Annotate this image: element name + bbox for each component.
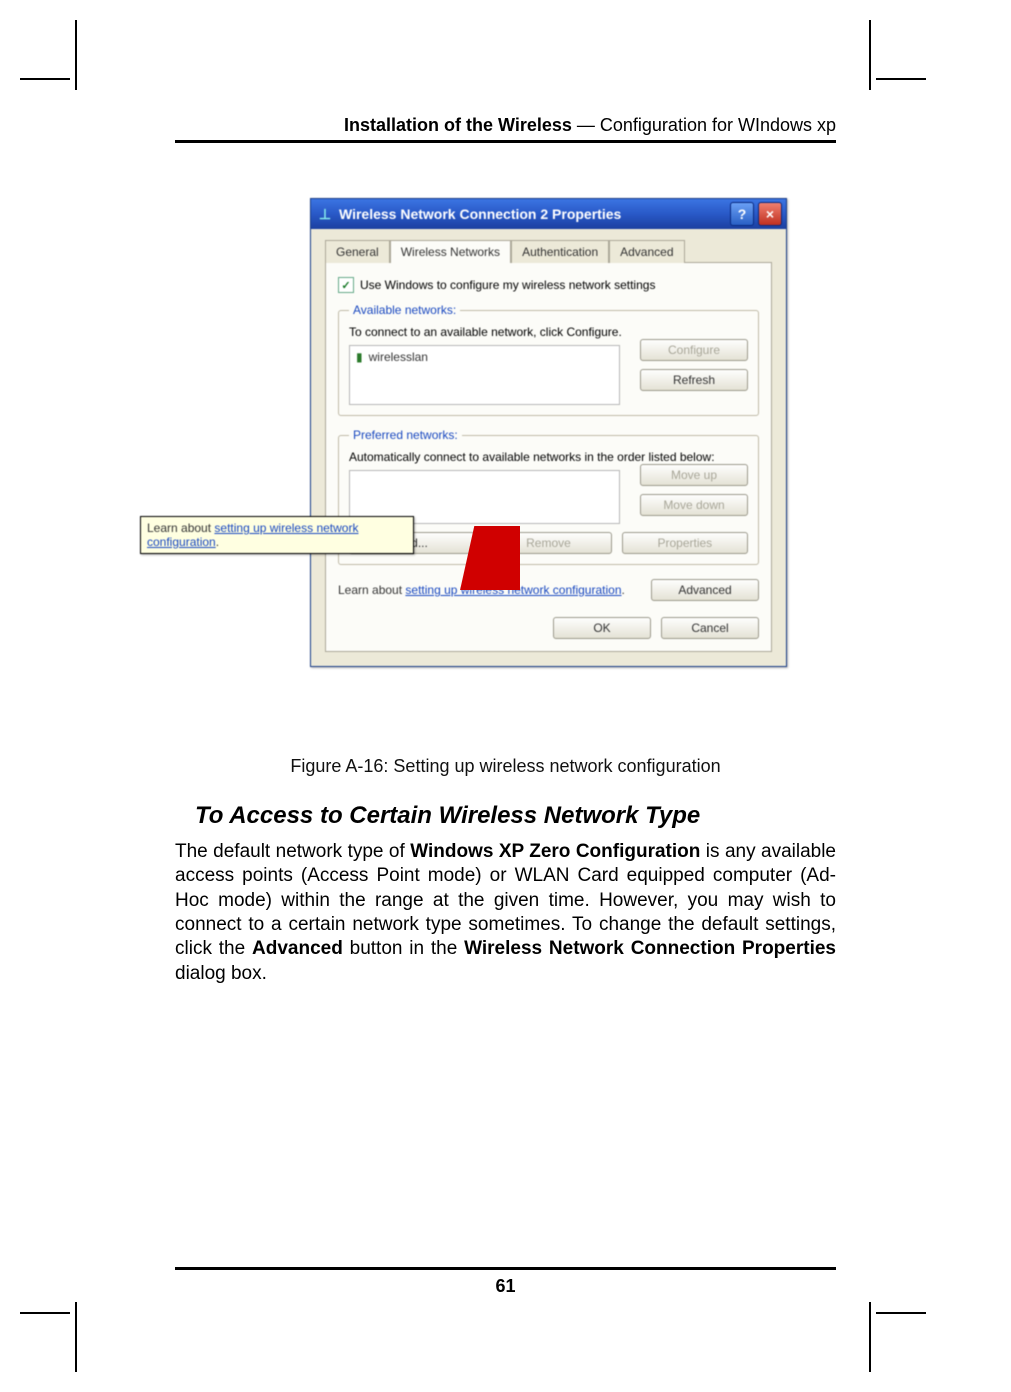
figure-caption: Figure A-16: Setting up wireless network… [175, 756, 836, 777]
page-number: 61 [175, 1276, 836, 1297]
tab-general[interactable]: General [325, 240, 390, 263]
preferred-hint: Automatically connect to available netwo… [349, 450, 748, 464]
cancel-button[interactable]: Cancel [661, 617, 759, 639]
running-header: Installation of the Wireless — Configura… [175, 115, 836, 143]
available-networks-group: Available networks: To connect to an ava… [338, 303, 759, 416]
move-down-button[interactable]: Move down [640, 494, 748, 516]
advanced-button[interactable]: Advanced [651, 579, 759, 601]
page-footer: 61 [175, 1267, 836, 1297]
header-sep: — [572, 115, 600, 135]
header-bold: Installation of the Wireless [344, 115, 572, 135]
move-up-button[interactable]: Move up [640, 464, 748, 486]
available-item-label: wirelesslan [369, 350, 428, 364]
dialog-titlebar: ⊥ Wireless Network Connection 2 Properti… [311, 199, 786, 229]
properties-button[interactable]: Properties [622, 532, 748, 554]
tabs: General Wireless Networks Authentication… [325, 239, 772, 263]
available-networks-list[interactable]: ▮ wirelesslan [349, 345, 620, 405]
tab-panel: ✓ Use Windows to configure my wireless n… [325, 263, 772, 652]
signal-icon: ▮ [356, 350, 363, 364]
learn-text: Learn about setting up wireless network … [338, 583, 625, 597]
learn-link[interactable]: setting up wireless network configuratio… [405, 583, 621, 597]
xp-properties-dialog: ⊥ Wireless Network Connection 2 Properti… [310, 198, 787, 667]
list-item[interactable]: ▮ wirelesslan [350, 346, 619, 368]
wireless-icon: ⊥ [317, 206, 333, 222]
preferred-legend: Preferred networks: [349, 428, 462, 442]
callout-tooltip: Learn about setting up wireless network … [140, 516, 414, 554]
configure-button[interactable]: Configure [640, 339, 748, 361]
tab-wireless-networks[interactable]: Wireless Networks [390, 240, 511, 263]
section-heading: To Access to Certain Wireless Network Ty… [195, 802, 700, 830]
header-rest: Configuration for WIndows xp [600, 115, 836, 135]
titlebar-help-button[interactable]: ? [730, 202, 754, 226]
use-windows-label: Use Windows to configure my wireless net… [360, 278, 655, 292]
tab-authentication[interactable]: Authentication [511, 240, 609, 263]
available-hint: To connect to an available network, clic… [349, 325, 748, 339]
titlebar-close-button[interactable]: × [758, 202, 782, 226]
ok-button[interactable]: OK [553, 617, 651, 639]
refresh-button[interactable]: Refresh [640, 369, 748, 391]
tab-advanced[interactable]: Advanced [609, 240, 684, 263]
figure-wrap: ⊥ Wireless Network Connection 2 Properti… [310, 198, 790, 667]
use-windows-checkbox[interactable]: ✓ [338, 277, 354, 293]
dialog-title: Wireless Network Connection 2 Properties [339, 206, 621, 222]
body-paragraph: The default network type of Windows XP Z… [175, 840, 836, 986]
remove-button[interactable]: Remove [485, 532, 611, 554]
available-legend: Available networks: [349, 303, 460, 317]
